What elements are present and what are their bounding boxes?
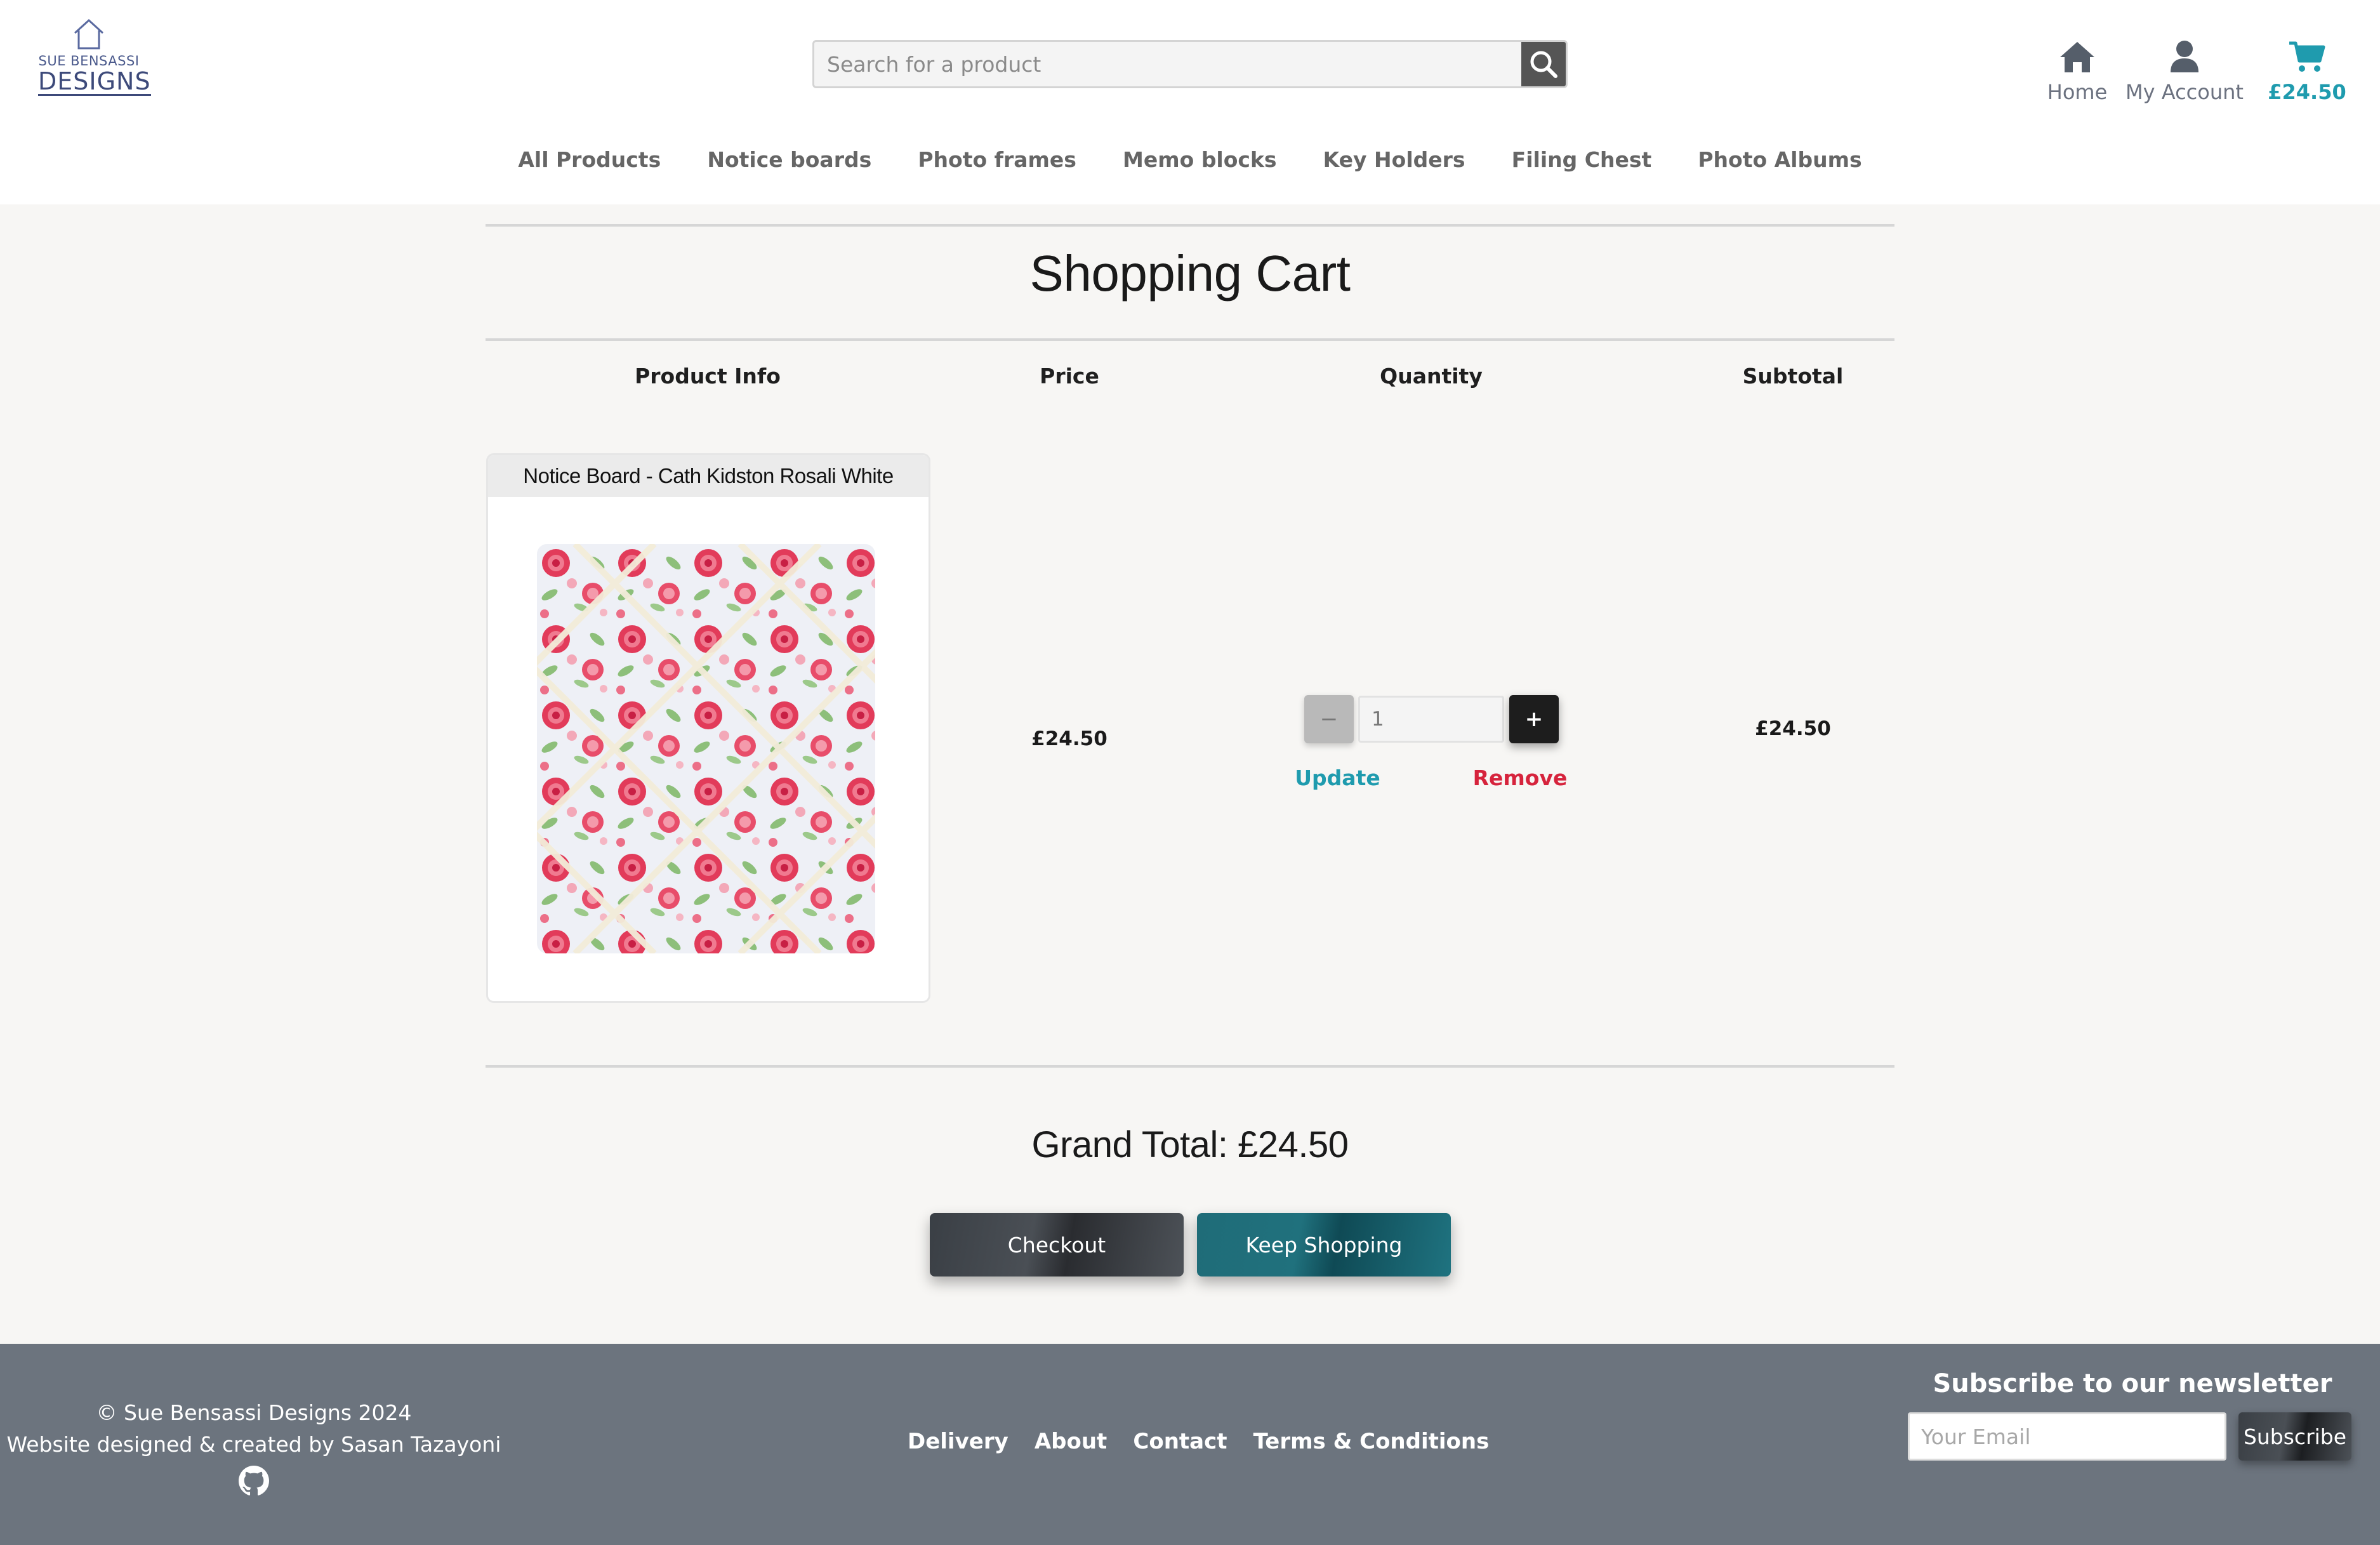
- nav-key-holders[interactable]: Key Holders: [1323, 147, 1465, 172]
- account-link[interactable]: My Account: [2121, 39, 2248, 104]
- footer-link-delivery[interactable]: Delivery: [908, 1429, 1008, 1454]
- update-link[interactable]: Update: [1282, 766, 1393, 790]
- brand-logo[interactable]: SUE BENSASSI DESIGNS: [38, 17, 151, 109]
- footer-link-terms[interactable]: Terms & Conditions: [1253, 1429, 1490, 1454]
- user-icon: [2171, 41, 2198, 72]
- column-subtotal: Subtotal: [1742, 364, 1844, 388]
- nav-memo-blocks[interactable]: Memo blocks: [1123, 147, 1277, 172]
- newsletter-email-input[interactable]: [1908, 1412, 2226, 1461]
- keep-shopping-button[interactable]: Keep Shopping: [1197, 1213, 1451, 1276]
- site-header: SUE BENSASSI DESIGNS Home My Account: [0, 0, 2380, 204]
- checkout-button[interactable]: Checkout: [930, 1213, 1184, 1276]
- nav-photo-albums[interactable]: Photo Albums: [1698, 147, 1861, 172]
- github-icon: [239, 1466, 269, 1495]
- nav-all-products[interactable]: All Products: [518, 147, 661, 172]
- cart-icon: [2289, 41, 2325, 72]
- quantity-input[interactable]: [1358, 696, 1504, 743]
- main-nav: All Products Notice boards Photo frames …: [0, 147, 2380, 179]
- search-input[interactable]: [814, 42, 1522, 86]
- column-price: Price: [1040, 364, 1099, 388]
- search-button[interactable]: [1521, 42, 1566, 86]
- cart-link[interactable]: £24.50: [2266, 39, 2348, 104]
- product-name: Notice Board - Cath Kidston Rosali White: [488, 455, 929, 497]
- site-footer: © Sue Bensassi Designs 2024 Website desi…: [0, 1344, 2380, 1545]
- nav-notice-boards[interactable]: Notice boards: [707, 147, 871, 172]
- divider-top: [486, 224, 1894, 227]
- credit-text: Website designed & created by Sasan Taza…: [6, 1432, 501, 1457]
- grand-total: Grand Total: £24.50: [1031, 1124, 1349, 1165]
- newsletter-title: Subscribe to our newsletter: [1933, 1369, 2332, 1398]
- brand-line2: DESIGNS: [38, 67, 151, 96]
- home-link[interactable]: Home: [2042, 39, 2112, 104]
- brand-line1: SUE BENSASSI: [38, 53, 140, 69]
- quantity-decrement-button[interactable]: −: [1304, 695, 1354, 743]
- product-image[interactable]: [537, 544, 875, 953]
- search-icon: [1530, 51, 1557, 78]
- subscribe-button[interactable]: Subscribe: [2238, 1412, 2351, 1461]
- footer-link-about[interactable]: About: [1035, 1429, 1107, 1454]
- column-product-info: Product Info: [635, 364, 781, 388]
- footer-link-contact[interactable]: Contact: [1133, 1429, 1227, 1454]
- copyright-text: © Sue Bensassi Designs 2024: [96, 1400, 412, 1425]
- remove-link[interactable]: Remove: [1460, 766, 1580, 790]
- cart-total: £24.50: [2268, 80, 2346, 104]
- page-title: Shopping Cart: [1029, 245, 1351, 302]
- divider-bottom: [486, 1065, 1894, 1068]
- github-link[interactable]: [0, 1466, 508, 1499]
- footer-credits: © Sue Bensassi Designs 2024 Website desi…: [0, 1397, 508, 1499]
- house-logo-icon: [74, 18, 104, 50]
- column-quantity: Quantity: [1380, 364, 1483, 388]
- account-label: My Account: [2125, 80, 2244, 104]
- product-card: Notice Board - Cath Kidston Rosali White: [486, 453, 930, 1003]
- footer-links: Delivery About Contact Terms & Condition…: [908, 1429, 1489, 1454]
- item-price: £24.50: [1031, 727, 1107, 750]
- nav-photo-frames[interactable]: Photo frames: [918, 147, 1076, 172]
- nav-filing-chest[interactable]: Filing Chest: [1512, 147, 1652, 172]
- quantity-increment-button[interactable]: +: [1509, 695, 1559, 743]
- home-icon: [2060, 42, 2094, 72]
- search-bar: [812, 40, 1568, 88]
- home-label: Home: [2047, 80, 2108, 104]
- divider-header: [486, 338, 1894, 341]
- item-subtotal: £24.50: [1755, 717, 1831, 740]
